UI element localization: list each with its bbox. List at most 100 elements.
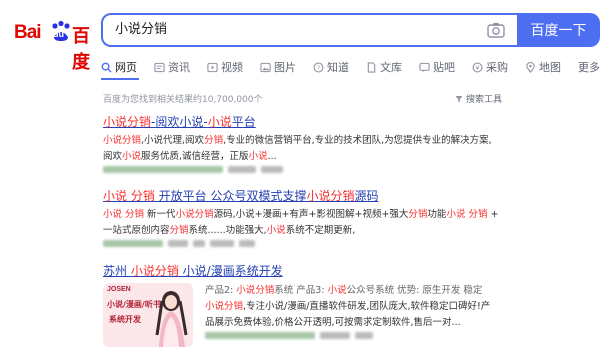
desc-highlight: 分销 bbox=[204, 135, 224, 146]
result-url-blurred[interactable] bbox=[103, 166, 503, 173]
search-button[interactable]: 百度一下 bbox=[517, 13, 600, 47]
result-url-blurred[interactable] bbox=[205, 332, 505, 339]
result-title-link[interactable]: 小说 分销 开放平台 公众号双模式支撑小说分销源码 bbox=[103, 187, 503, 204]
search-tools-button[interactable]: 搜索工具 bbox=[455, 92, 502, 105]
tab-video[interactable]: 视频 bbox=[207, 58, 243, 76]
desc-text: 功能 bbox=[427, 209, 447, 220]
logo-text-cn: 百度 bbox=[72, 26, 90, 73]
anime-girl-illustration bbox=[155, 291, 188, 347]
tab-tieba[interactable]: 贴吧 bbox=[419, 58, 455, 76]
title-text: 苏州 bbox=[103, 264, 131, 278]
search-tabs: 网页 资讯 视频 图片 ? 知道 文库 贴吧 ¥ 采购 地图 更多 bbox=[101, 58, 600, 78]
image-icon bbox=[260, 62, 271, 72]
title-highlight: 小说分销 bbox=[130, 264, 179, 278]
thumb-line2: 系统开发 bbox=[109, 315, 141, 324]
title-text: 阅欢小说 bbox=[155, 115, 204, 129]
news-icon bbox=[154, 62, 165, 72]
title-text: 平台 bbox=[231, 115, 256, 129]
tab-web[interactable]: 网页 bbox=[101, 58, 137, 76]
desc-text: 产品2: bbox=[205, 285, 237, 296]
tab-label: 地图 bbox=[539, 61, 561, 74]
map-pin-icon bbox=[526, 61, 535, 73]
tab-more[interactable]: 更多 bbox=[578, 58, 600, 76]
search-result: 小说分销-阅欢小说-小说平台 小说分销,小说代理,阅欢分销,专业的微信营销平台,… bbox=[103, 113, 503, 173]
result-description: 小说 分销 新一代小说分销源码,小说+漫画+有声+影视图解+视频+强大分销功能小… bbox=[103, 207, 503, 239]
title-text: 源码 bbox=[354, 189, 379, 203]
result-description: 产品2: 小说分销系统 产品3: 小说公众号系统 优势: 原生开发 稳定 小说分… bbox=[205, 283, 505, 339]
search-input[interactable] bbox=[115, 15, 475, 45]
tab-purchase[interactable]: ¥ 采购 bbox=[472, 58, 508, 76]
desc-text: ,专业的微信营销平台,专业的技术团队,为您提供专业的解决方案, bbox=[223, 135, 492, 146]
desc-highlight: 小说分销 bbox=[175, 209, 214, 220]
title-text: 小说/漫画系统开发 bbox=[178, 264, 283, 278]
tab-news[interactable]: 资讯 bbox=[154, 58, 190, 76]
title-highlight: 小说分销 bbox=[103, 115, 152, 129]
tab-zhidao[interactable]: ? 知道 bbox=[313, 58, 349, 76]
desc-highlight: 分销 bbox=[408, 209, 428, 220]
desc-highlight: 小说 bbox=[327, 285, 347, 296]
tab-map[interactable]: 地图 bbox=[525, 58, 561, 76]
result-title-link[interactable]: 小说分销-阅欢小说-小说平台 bbox=[103, 113, 503, 130]
search-result: 小说 分销 开放平台 公众号双模式支撑小说分销源码 小说 分销 新一代小说分销源… bbox=[103, 187, 503, 247]
search-result: 苏州 小说分销 小说/漫画系统开发 bbox=[103, 262, 503, 279]
result-title-link[interactable]: 苏州 小说分销 小说/漫画系统开发 bbox=[103, 262, 503, 279]
desc-highlight: 小说 bbox=[248, 151, 268, 162]
desc-highlight: 小说分销 bbox=[103, 135, 142, 146]
desc-text: 系统......功能强大, bbox=[188, 225, 267, 236]
tab-images[interactable]: 图片 bbox=[260, 58, 296, 76]
tab-label: 更多 bbox=[578, 61, 600, 74]
result-url-blurred[interactable] bbox=[103, 240, 503, 247]
desc-text: 品展示免费体验,价格公开透明,可按需求定制软件,售后一对... bbox=[205, 317, 461, 328]
desc-highlight: 小说分销 bbox=[205, 301, 244, 312]
purchase-icon: ¥ bbox=[472, 62, 483, 72]
search-icon bbox=[101, 62, 112, 73]
tab-label: 采购 bbox=[486, 61, 508, 74]
title-highlight: 小说 分销 bbox=[103, 189, 155, 203]
tab-label: 图片 bbox=[274, 61, 296, 74]
logo-text-du: du bbox=[53, 29, 64, 39]
desc-text: 源码,小说+漫画+有声+影视图解+视频+强大 bbox=[213, 209, 409, 220]
desc-highlight: 小说 分销 bbox=[103, 209, 145, 220]
logo-text-bai: Bai bbox=[14, 22, 42, 43]
desc-highlight: 小说 bbox=[266, 225, 286, 236]
title-highlight: 小说分销 bbox=[306, 189, 355, 203]
desc-highlight: 分销 bbox=[169, 225, 189, 236]
tab-label: 资讯 bbox=[168, 61, 190, 74]
desc-text: 服务优质,诚信经营，正版 bbox=[141, 151, 249, 162]
desc-text: 公众号系统 优势: 原生开发 稳定 bbox=[346, 285, 483, 296]
desc-highlight: 小说 bbox=[122, 151, 142, 162]
forum-icon bbox=[419, 62, 430, 72]
svg-text:?: ? bbox=[317, 63, 320, 71]
filter-icon bbox=[455, 95, 463, 102]
tab-label: 贴吧 bbox=[433, 61, 455, 74]
active-tab-indicator bbox=[101, 78, 139, 80]
desc-text: ,专注小说/漫画/直播软件研发,团队庞大,软件稳定口碑好!产 bbox=[243, 301, 491, 312]
desc-text: 阅欢 bbox=[103, 151, 123, 162]
desc-highlight: 小说 分销 bbox=[446, 209, 488, 220]
tab-label: 文库 bbox=[380, 61, 402, 74]
desc-text: ... bbox=[267, 151, 277, 162]
tab-label: 知道 bbox=[327, 61, 349, 74]
thumb-brand: JOSEN bbox=[107, 286, 131, 293]
result-thumbnail[interactable]: JOSEN 小说/漫画/听书 系统开发 bbox=[103, 283, 193, 347]
tab-label: 网页 bbox=[115, 61, 137, 74]
tab-wenku[interactable]: 文库 bbox=[366, 58, 402, 76]
result-count: 百度为您找到相关结果约10,700,000个 bbox=[103, 95, 263, 105]
question-icon: ? bbox=[313, 62, 324, 72]
camera-icon[interactable] bbox=[487, 22, 505, 38]
desc-text: 系统 产品3: bbox=[274, 285, 328, 296]
result-description: 小说分销,小说代理,阅欢分销,专业的微信营销平台,专业的技术团队,为您提供专业的… bbox=[103, 133, 503, 165]
tab-label: 视频 bbox=[221, 61, 243, 74]
baidu-logo[interactable]: Bai du 百度 bbox=[14, 18, 92, 73]
desc-text: 新一代 bbox=[144, 209, 176, 220]
desc-text: + bbox=[487, 209, 499, 220]
title-text: 开放平台 公众号双模式支撑 bbox=[154, 189, 307, 203]
desc-highlight: 小说分销 bbox=[236, 285, 275, 296]
search-tools-label: 搜索工具 bbox=[466, 95, 503, 105]
title-highlight: 小说 bbox=[207, 115, 232, 129]
document-icon bbox=[367, 61, 376, 73]
svg-text:¥: ¥ bbox=[475, 63, 479, 71]
desc-text: 系统不定期更新, bbox=[285, 225, 356, 236]
desc-text: ,小说代理,阅欢 bbox=[141, 135, 205, 146]
search-box bbox=[101, 13, 517, 47]
